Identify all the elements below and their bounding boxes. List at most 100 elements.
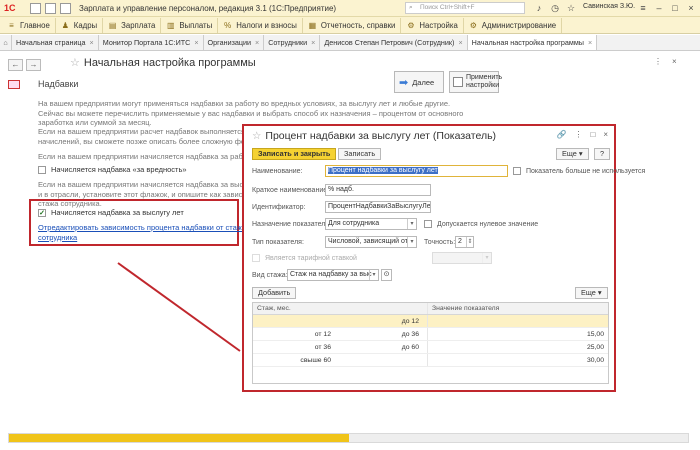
table-more-button[interactable]: Еще ▾ — [575, 287, 608, 299]
unused-checkbox[interactable]: Показатель больше не используется — [513, 167, 645, 175]
name-input[interactable]: Процент надбавки за выслугу лет — [325, 165, 508, 177]
purpose-select[interactable]: Для сотрудника ▾ — [325, 218, 417, 230]
history-icon[interactable] — [45, 2, 56, 14]
dropdown-icon[interactable]: ▾ — [407, 219, 416, 229]
menu-salary[interactable]: ▤ Зарплата — [103, 17, 162, 33]
more-label: Еще — [581, 288, 596, 297]
global-search-input[interactable]: ⌕ Поиск Ctrl+Shift+F — [405, 2, 525, 14]
precision-stepper[interactable]: 2 ⇕ — [455, 236, 474, 248]
close-tab-icon[interactable]: × — [311, 38, 315, 47]
checkbox-label: Является тарифной ставкой — [265, 254, 357, 262]
table-row[interactable]: свыше 60 30,00 — [253, 354, 608, 367]
short-name-input[interactable]: % надб. — [325, 184, 431, 196]
identifier-input[interactable]: ПроцентНадбавкиЗаВыслугуЛет — [325, 201, 431, 213]
user-name[interactable]: Савинская З.Ю. — [583, 3, 635, 10]
to-value: до 12 — [401, 318, 419, 325]
home-icon[interactable]: ⌂ — [0, 35, 12, 50]
type-select[interactable]: Числовой, зависящий от ▾ — [325, 236, 417, 248]
close-tab-icon[interactable]: × — [255, 38, 259, 47]
save-and-close-button[interactable]: Записать и закрыть — [252, 148, 337, 160]
progress-bar — [8, 433, 689, 443]
close-tab-icon[interactable]: × — [194, 38, 198, 47]
seniority-cell[interactable]: от 36 до 60 — [253, 341, 428, 353]
close-icon[interactable]: × — [684, 1, 698, 15]
tab-its-monitor[interactable]: Монитор Портала 1С:ИТС × — [98, 35, 204, 50]
close-tab-icon[interactable]: × — [588, 38, 592, 47]
maximize-icon[interactable]: □ — [668, 1, 682, 15]
open-link-icon[interactable]: ⊙ — [381, 269, 392, 281]
close-tab-icon[interactable]: × — [90, 38, 94, 47]
seniority-type-select[interactable]: Стаж на надбавку за выс ▾ — [287, 269, 379, 281]
menu-taxes[interactable]: % Налоги и взносы — [218, 17, 303, 33]
calculator-icon: ▤ — [108, 20, 117, 30]
more-button[interactable]: Еще ▾ — [556, 148, 589, 160]
menu-main[interactable]: ≡ Главное — [2, 17, 56, 33]
save-button[interactable]: Записать — [338, 148, 382, 160]
favorite-star-icon[interactable]: ☆ — [252, 130, 261, 142]
menu-admin[interactable]: ⚙ Администрирование — [464, 17, 563, 33]
history-clock-icon[interactable]: ◷ — [548, 1, 562, 15]
seniority-cell[interactable]: до 12 — [253, 315, 428, 327]
checkbox-box[interactable] — [424, 220, 432, 228]
dropdown-icon: ▾ — [482, 253, 491, 263]
stepper-icon[interactable]: ⇕ — [466, 237, 473, 247]
seniority-table[interactable]: Стаж, мес. Значение показателя до 12 от … — [252, 302, 609, 384]
tab-label: Организации — [207, 38, 252, 47]
person-icon: ♟ — [61, 20, 69, 30]
bell-icon[interactable]: ♪ — [532, 1, 546, 15]
favorite-icon[interactable] — [60, 2, 71, 14]
menu-label: Кадры — [73, 20, 98, 30]
value-cell[interactable]: 15,00 — [428, 328, 608, 340]
menu-label: Налоги и взносы — [236, 20, 297, 30]
app-title: Зарплата и управление персоналом, редакц… — [79, 3, 337, 13]
precision-value: 2 — [458, 238, 462, 245]
col-seniority-header[interactable]: Стаж, мес. — [253, 303, 428, 314]
menu-payments[interactable]: ▥ Выплаты — [161, 17, 219, 33]
purpose-value: Для сотрудника — [328, 220, 380, 227]
seniority-cell[interactable]: свыше 60 — [253, 354, 428, 366]
tab-organizations[interactable]: Организации × — [203, 35, 265, 50]
value-cell[interactable]: 30,00 — [428, 354, 608, 366]
dropdown-icon[interactable]: ▾ — [369, 270, 378, 280]
dialog-title-text: Процент надбавки за выслугу лет (Показат… — [265, 130, 497, 142]
tab-employees[interactable]: Сотрудники × — [264, 35, 321, 50]
help-button[interactable]: ? — [594, 148, 611, 160]
indicator-dialog: ☆ Процент надбавки за выслугу лет (Показа… — [242, 124, 645, 392]
table-row[interactable]: от 12 до 36 15,00 — [253, 328, 608, 341]
star-icon[interactable]: ☆ — [564, 1, 578, 15]
dropdown-icon[interactable]: ▾ — [407, 237, 416, 247]
zero-allowed-checkbox[interactable]: Допускается нулевое значение — [424, 220, 538, 228]
checkbox-box[interactable] — [513, 167, 521, 175]
close-tab-icon[interactable]: × — [458, 38, 462, 47]
maximize-icon[interactable]: □ — [590, 130, 595, 139]
menu-settings[interactable]: ⚙ Настройка — [401, 17, 464, 33]
menu-label: Отчетность, справки — [320, 20, 396, 30]
tab-label: Сотрудники — [268, 38, 308, 47]
tab-start-page[interactable]: Начальная страница × — [12, 35, 99, 50]
tab-initial-setup[interactable]: Начальная настройка программы × — [467, 35, 598, 50]
table-row[interactable]: от 36 до 60 25,00 — [253, 341, 608, 354]
menu-reports[interactable]: ▦ Отчетность, справки — [303, 17, 402, 33]
table-row[interactable]: до 12 — [253, 315, 608, 328]
grid-icon[interactable] — [30, 2, 41, 14]
more-vertical-icon[interactable]: ⋮ — [574, 130, 582, 139]
add-row-button[interactable]: Добавить — [252, 287, 297, 299]
settings-menu-icon[interactable]: ≡ — [636, 1, 650, 15]
search-icon: ⌕ — [409, 4, 413, 11]
value-cell[interactable]: 25,00 — [428, 341, 608, 353]
menu-hr[interactable]: ♟ Кадры — [56, 17, 104, 33]
col-value-header[interactable]: Значение показателя — [428, 303, 608, 314]
menu-icon: ≡ — [9, 20, 14, 30]
name-value: Процент надбавки за выслугу лет — [328, 167, 438, 174]
menu-label: Администрирование — [481, 20, 557, 30]
minimize-icon[interactable]: – — [652, 1, 666, 15]
seniority-cell[interactable]: от 12 до 36 — [253, 328, 428, 340]
tab-employee-card[interactable]: Денисов Степан Петрович (Сотрудник) × — [320, 35, 468, 50]
close-icon[interactable]: × — [603, 130, 608, 139]
tab-label: Денисов Степан Петрович (Сотрудник) — [324, 38, 455, 47]
progress-fill — [9, 434, 349, 442]
menu-label: Настройка — [419, 20, 458, 30]
link-icon[interactable]: 🔗 — [557, 130, 567, 139]
value-cell[interactable] — [428, 315, 608, 327]
checkbox-box — [252, 254, 260, 262]
